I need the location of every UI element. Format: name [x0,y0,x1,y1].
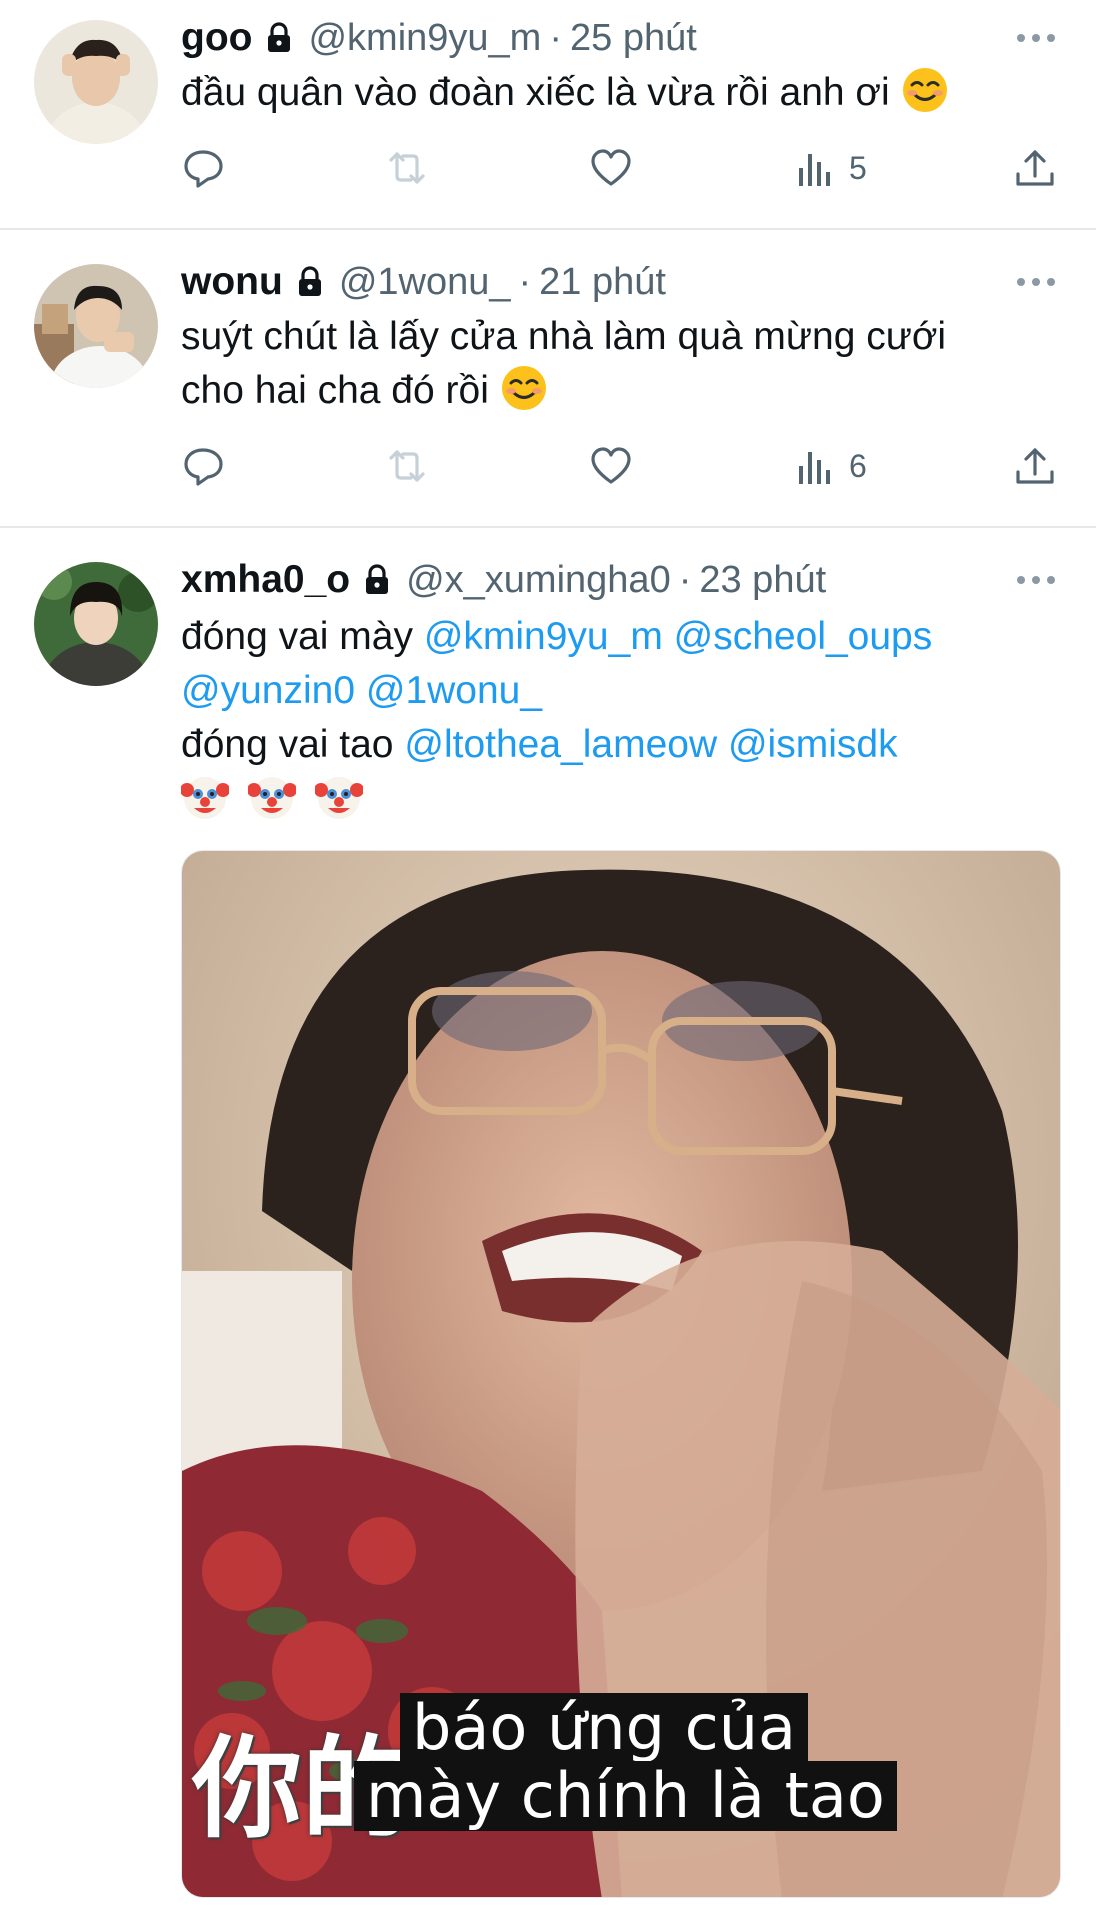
tweet-text-line: đóng vai tao @ltothea_lameow @ismisdk [181,723,898,766]
heart-icon [591,149,631,186]
display-name[interactable]: wonu [181,260,283,304]
more-icon[interactable] [1016,574,1056,586]
mention-link[interactable]: @ltothea_lameow [404,723,717,766]
more-icon[interactable] [1016,32,1056,44]
reply-button[interactable] [181,144,225,192]
retweet-button[interactable] [385,442,429,490]
retweet-icon [389,450,425,482]
retweet-icon [389,152,425,184]
mention-link[interactable]: @1wonu_ [366,669,542,712]
tweet-actions: 6 [181,442,1061,490]
mention-link[interactable]: @kmin9yu_m [424,615,663,658]
handle[interactable]: @1wonu_ [339,261,511,304]
avatar[interactable] [34,20,158,144]
handle[interactable]: @kmin9yu_m [308,17,541,60]
tweet-goo[interactable]: goo @kmin9yu_m · 25 phút đầu quân vào đo… [0,0,1096,228]
tweet-text: đầu quân vào đoàn xiếc là vừa rồi anh ơi [181,66,1061,120]
mention-link[interactable]: @ismisdk [728,723,898,766]
tweet-header: goo @kmin9yu_m · 25 phút [181,16,697,60]
smiling-face-icon [902,68,947,112]
clown-face-icon [247,777,296,819]
mention-link[interactable]: @scheol_oups [674,615,933,658]
views-count: 5 [849,149,867,186]
views-icon [799,452,830,484]
views-button[interactable]: 5 [793,144,867,192]
clown-face-icon [314,777,363,819]
tweet-text: suýt chút là lấy cửa nhà làm quà mừng cư… [181,310,1061,418]
tweet-actions: 5 [181,144,1061,192]
timestamp[interactable]: 23 phút [699,559,826,602]
share-button[interactable] [1013,144,1057,192]
separator: · [549,16,562,59]
tweet-text-line: cho hai cha đó rồi [181,364,1061,418]
display-name[interactable]: goo [181,16,252,60]
reply-icon [184,448,223,486]
caption-line-1: báo ứng của [400,1693,809,1763]
tweet-header: wonu @1wonu_ · 21 phút [181,260,666,304]
views-icon [799,154,830,186]
heart-icon [591,447,631,484]
retweet-button[interactable] [385,144,429,192]
caption-line-2: mày chính là tao [354,1761,897,1831]
mention-link[interactable]: @yunzin0 [181,669,355,712]
lock-icon [298,266,321,296]
lock-icon [366,564,389,594]
handle[interactable]: @x_xumingha0 [406,559,671,602]
tweet-text: đóng vai mày @kmin9yu_m @scheol_oups @yu… [181,610,1061,828]
views-count: 6 [849,447,867,484]
clown-face-icon [181,777,229,819]
share-button[interactable] [1013,442,1057,490]
tweet-wonu[interactable]: wonu @1wonu_ · 21 phút suýt chút là lấy … [0,230,1096,528]
tweet-text-line [181,772,1061,828]
avatar[interactable] [34,264,158,388]
avatar[interactable] [34,562,158,686]
tweet-text-line: suýt chút là lấy cửa nhà làm quà mừng cư… [181,315,947,358]
like-button[interactable] [589,442,633,490]
views-button[interactable]: 6 [793,442,867,490]
smiling-face-icon [501,366,546,410]
tweet-text-line: @yunzin0 @1wonu_ [181,664,1061,718]
timestamp[interactable]: 21 phút [539,261,666,304]
separator: · [518,260,532,303]
lock-icon [268,22,291,52]
more-icon[interactable] [1016,276,1056,288]
timestamp[interactable]: 25 phút [570,17,697,60]
tweet-media-image[interactable]: 你的+ báo ứng của mày chính là tao [181,850,1061,1898]
tweet-text-line: đóng vai mày @kmin9yu_m @scheol_oups [181,615,933,658]
like-button[interactable] [589,144,633,192]
reply-button[interactable] [181,442,225,490]
separator: · [678,558,692,601]
share-icon [1016,448,1054,484]
reply-icon [184,150,223,188]
display-name[interactable]: xmha0_o [181,558,350,602]
share-icon [1016,150,1054,186]
tweet-header: xmha0_o @x_xumingha0 · 23 phút [181,558,826,602]
